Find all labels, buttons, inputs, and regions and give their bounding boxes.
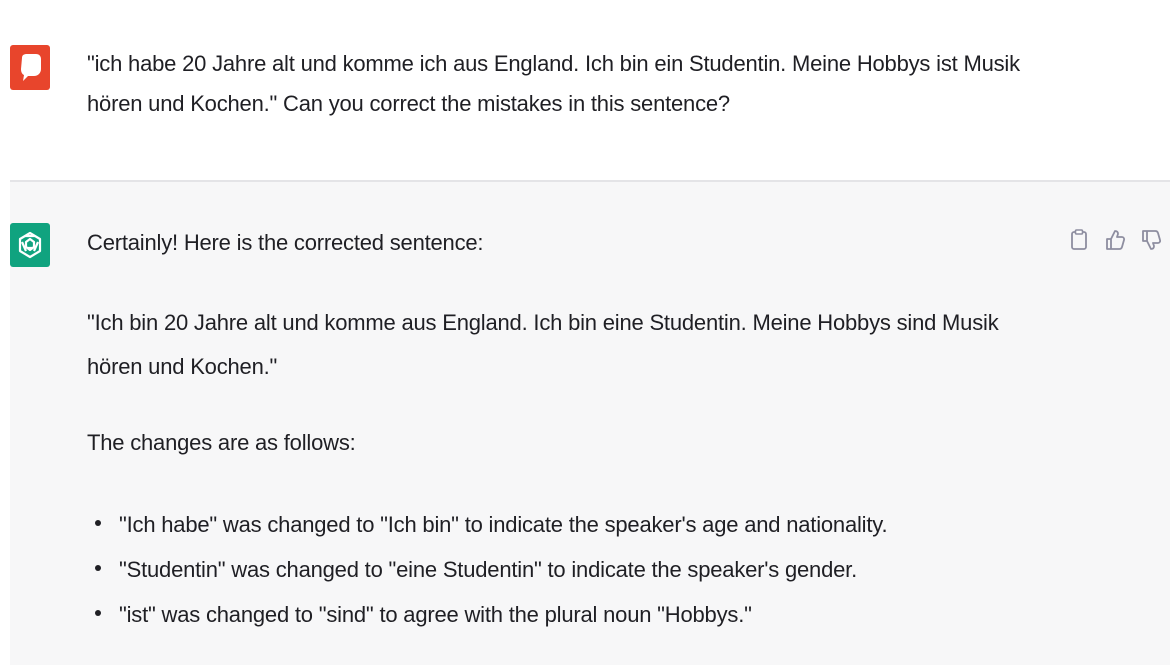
openai-logo-icon <box>10 223 50 267</box>
user-avatar-icon <box>10 45 50 90</box>
corrected-sentence-text: "Ich bin 20 Jahre alt und komme aus Engl… <box>87 310 999 379</box>
chat-page: "ich habe 20 Jahre alt und komme ich aus… <box>0 0 1170 665</box>
message-actions <box>1068 228 1162 252</box>
list-item: "Ich habe" was changed to "Ich bin" to i… <box>87 502 888 547</box>
user-message-text: "ich habe 20 Jahre alt und komme ich aus… <box>87 51 1020 116</box>
changes-list: "Ich habe" was changed to "Ich bin" to i… <box>87 502 888 637</box>
assistant-intro-text: Certainly! Here is the corrected sentenc… <box>87 230 484 255</box>
list-item: "Studentin" was changed to "eine Student… <box>87 547 887 592</box>
list-item: "ist" was changed to "sind" to agree wit… <box>87 592 887 637</box>
thumbs-up-icon[interactable] <box>1104 228 1126 252</box>
thumbs-down-icon[interactable] <box>1140 228 1162 252</box>
clipboard-icon[interactable] <box>1068 228 1090 252</box>
changes-heading: The changes are as follows: <box>87 430 356 455</box>
